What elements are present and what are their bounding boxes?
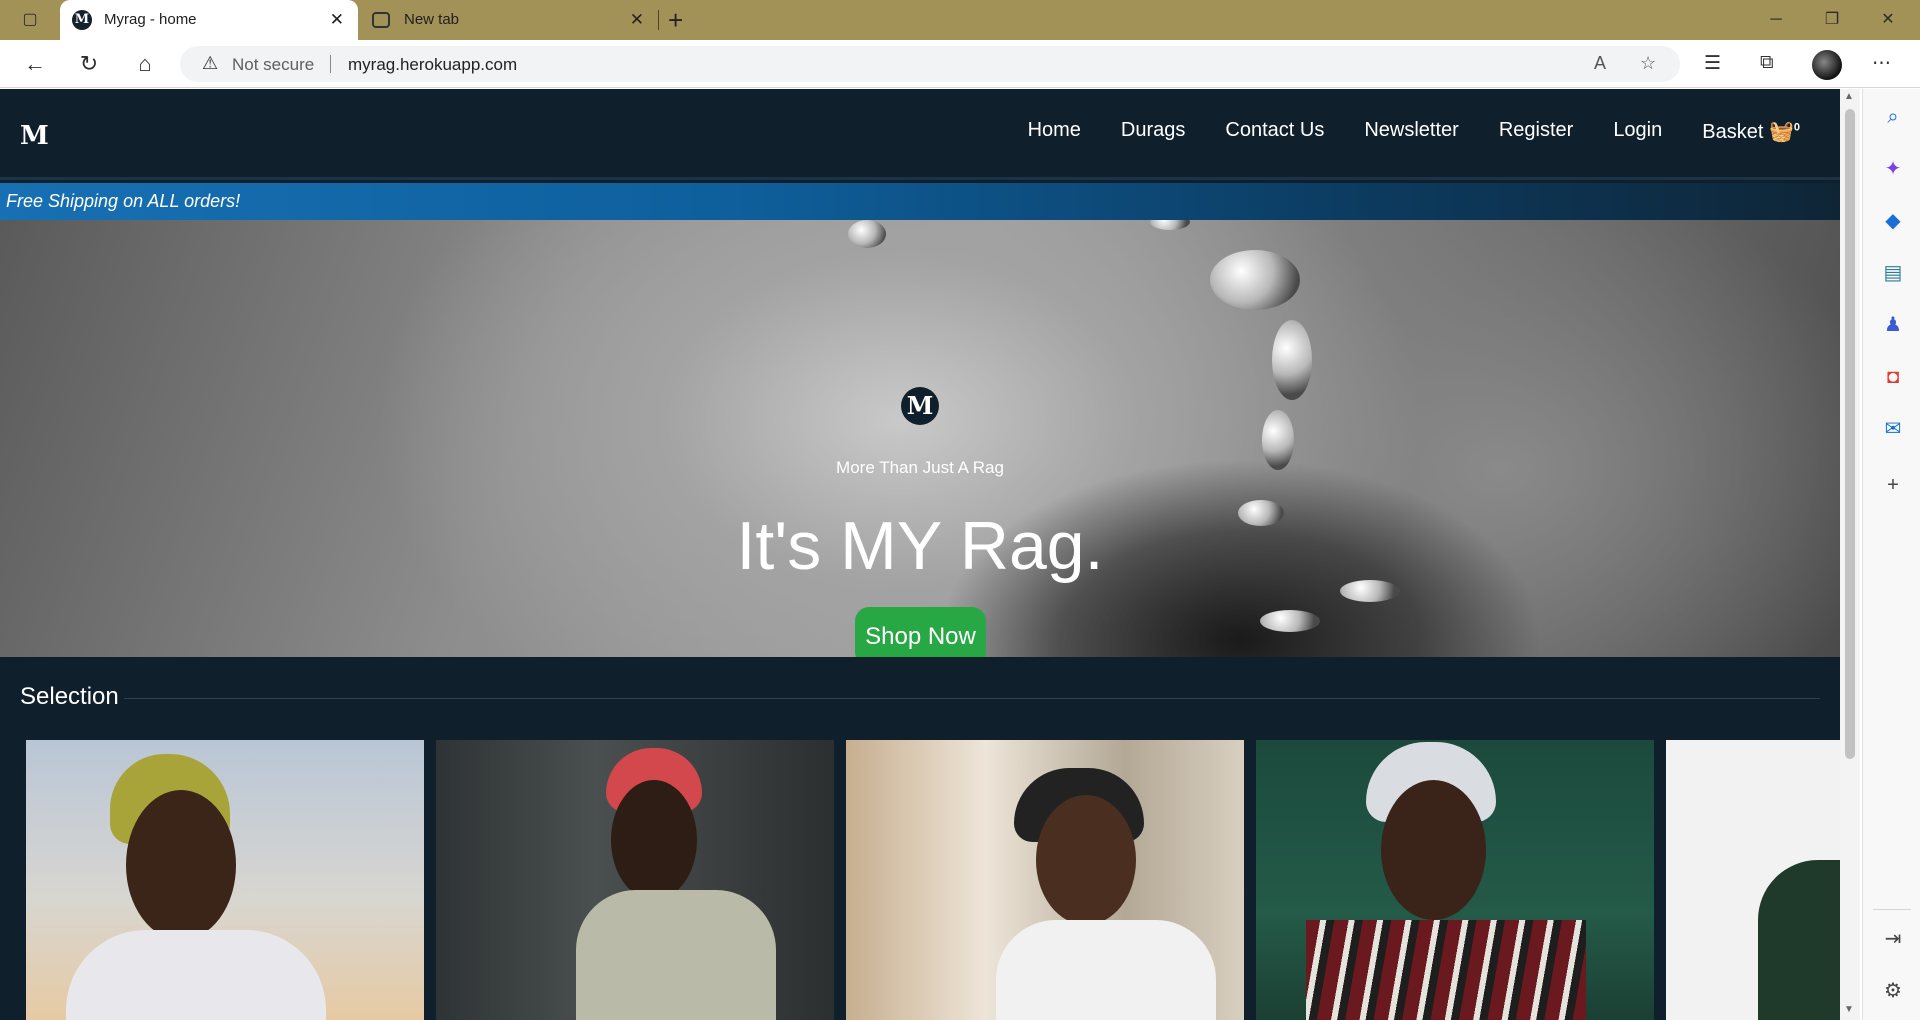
nav-links: Home Durags Contact Us Newsletter Regist…	[1028, 119, 1800, 144]
nav-register[interactable]: Register	[1499, 119, 1573, 144]
product-carousel	[26, 740, 1840, 1020]
model-head	[126, 790, 236, 940]
nav-contact-us[interactable]: Contact Us	[1225, 119, 1324, 144]
new-tab-plus-icon[interactable]: +	[668, 4, 683, 36]
url-text[interactable]: myrag.herokuapp.com	[348, 55, 517, 75]
minimize-icon[interactable]: ─	[1762, 8, 1790, 32]
scroll-down-icon[interactable]: ▼	[1844, 1004, 1854, 1015]
site-logo[interactable]: M	[20, 121, 49, 151]
hero-section: M More Than Just A Rag It's MY Rag. Shop…	[0, 220, 1840, 657]
profile-avatar[interactable]	[1812, 50, 1842, 80]
chain-link-decoration	[1150, 220, 1190, 230]
yellow-durag-photo[interactable]	[26, 740, 424, 1020]
copilot-sparkle-icon[interactable]: ✦	[1881, 157, 1905, 181]
new-tab-favicon-icon	[372, 12, 390, 28]
scrollbar-thumb[interactable]	[1845, 109, 1855, 759]
tab-title: New tab	[404, 11, 460, 28]
shop-now-button[interactable]: Shop Now	[855, 607, 986, 657]
chain-link-decoration	[848, 220, 886, 248]
basket-icon: 🧺	[1768, 121, 1794, 143]
white-tank	[996, 920, 1216, 1020]
chain-link-decoration	[1210, 250, 1300, 310]
model-head	[1381, 780, 1486, 920]
nav-login[interactable]: Login	[1613, 119, 1662, 144]
green-durag-photo[interactable]	[1666, 740, 1840, 1020]
scroll-up-icon[interactable]: ▲	[1844, 91, 1854, 102]
model-head	[611, 780, 697, 900]
refresh-icon[interactable]: ↻	[74, 50, 104, 78]
page-viewport: M Home Durags Contact Us Newsletter Regi…	[0, 89, 1840, 1020]
omnibox-divider	[330, 55, 331, 73]
outlook-icon[interactable]: ✉	[1881, 417, 1905, 441]
page-scrollbar[interactable]: ▲ ▼	[1840, 89, 1860, 1020]
shipping-banner: Free Shipping on ALL orders!	[0, 183, 1840, 220]
nav-home[interactable]: Home	[1028, 119, 1081, 144]
games-icon[interactable]: ♟	[1881, 313, 1905, 337]
tab-actions-icon[interactable]: ▢	[16, 8, 44, 32]
nav-durags[interactable]: Durags	[1121, 119, 1185, 144]
green-jacket	[1758, 860, 1840, 1020]
sidebar-divider	[1873, 909, 1911, 910]
favorites-icon[interactable]: ☰	[1704, 52, 1721, 75]
add-sidebar-app-icon[interactable]: +	[1881, 473, 1905, 497]
white-shirt	[66, 930, 326, 1020]
tab-new[interactable]: New tab ✕	[360, 0, 658, 40]
address-bar[interactable]: ⚠ Not secure myrag.herokuapp.com A ☆	[180, 46, 1680, 82]
close-window-icon[interactable]: ✕	[1874, 8, 1902, 32]
office-icon[interactable]: ◘	[1881, 365, 1905, 389]
chain-link-decoration	[1260, 610, 1320, 632]
tank-top	[576, 890, 776, 1020]
home-icon[interactable]: ⌂	[130, 50, 160, 78]
more-icon[interactable]: ⋯	[1872, 52, 1891, 75]
basket-count: 0	[1793, 121, 1800, 134]
hero-logo: M	[901, 387, 939, 425]
nav-newsletter[interactable]: Newsletter	[1364, 119, 1458, 144]
browser-toolbar: ← ↻ ⌂ ⚠ Not secure myrag.herokuapp.com A…	[0, 40, 1920, 88]
tab-title: Myrag - home	[104, 11, 197, 28]
red-durag-photo[interactable]	[436, 740, 834, 1020]
basket-label: Basket	[1702, 121, 1764, 143]
hide-sidebar-icon[interactable]: ⇥	[1881, 927, 1905, 951]
read-aloud-icon[interactable]: A	[1594, 53, 1606, 74]
chain-link-decoration	[1272, 320, 1312, 400]
site-navbar: M Home Durags Contact Us Newsletter Regi…	[0, 89, 1840, 180]
myrag-favicon-icon: M	[72, 10, 92, 30]
warning-icon: ⚠	[202, 53, 219, 73]
search-icon[interactable]: ⌕	[1881, 105, 1905, 129]
add-favorite-icon[interactable]: ☆	[1640, 53, 1656, 74]
hero-title: It's MY Rag.	[736, 508, 1104, 584]
tab-divider	[658, 10, 659, 30]
selection-heading: Selection	[20, 683, 119, 710]
shopping-tag-icon[interactable]: ◆	[1881, 209, 1905, 233]
selection-section: Selection	[0, 657, 1840, 1020]
shipping-banner-text: Free Shipping on ALL orders!	[6, 191, 241, 211]
white-durag-photo[interactable]	[1256, 740, 1654, 1020]
selection-divider	[124, 698, 1820, 699]
model-head	[1036, 795, 1136, 925]
security-label[interactable]: Not secure	[232, 55, 314, 75]
black-durag-photo[interactable]	[846, 740, 1244, 1020]
nav-basket[interactable]: Basket 🧺0	[1702, 119, 1800, 144]
close-tab-icon[interactable]: ✕	[330, 0, 344, 40]
tab-myrag[interactable]: M Myrag - home ✕	[60, 0, 358, 40]
back-arrow-icon[interactable]: ←	[20, 50, 50, 78]
collections-icon[interactable]: ⧉	[1760, 52, 1774, 74]
hero-subtitle: More Than Just A Rag	[836, 458, 1004, 477]
tools-briefcase-icon[interactable]: ▤	[1881, 261, 1905, 285]
edge-sidebar: ⌕ ✦ ◆ ▤ ♟ ◘ ✉ + ⇥ ⚙	[1862, 89, 1920, 1020]
restore-icon[interactable]: ❐	[1818, 8, 1846, 32]
striped-shirt	[1306, 920, 1586, 1020]
browser-tab-bar: ▢ M Myrag - home ✕ New tab ✕ + ─ ❐ ✕	[0, 0, 1920, 40]
close-tab-icon[interactable]: ✕	[630, 0, 644, 40]
settings-gear-icon[interactable]: ⚙	[1881, 979, 1905, 1003]
